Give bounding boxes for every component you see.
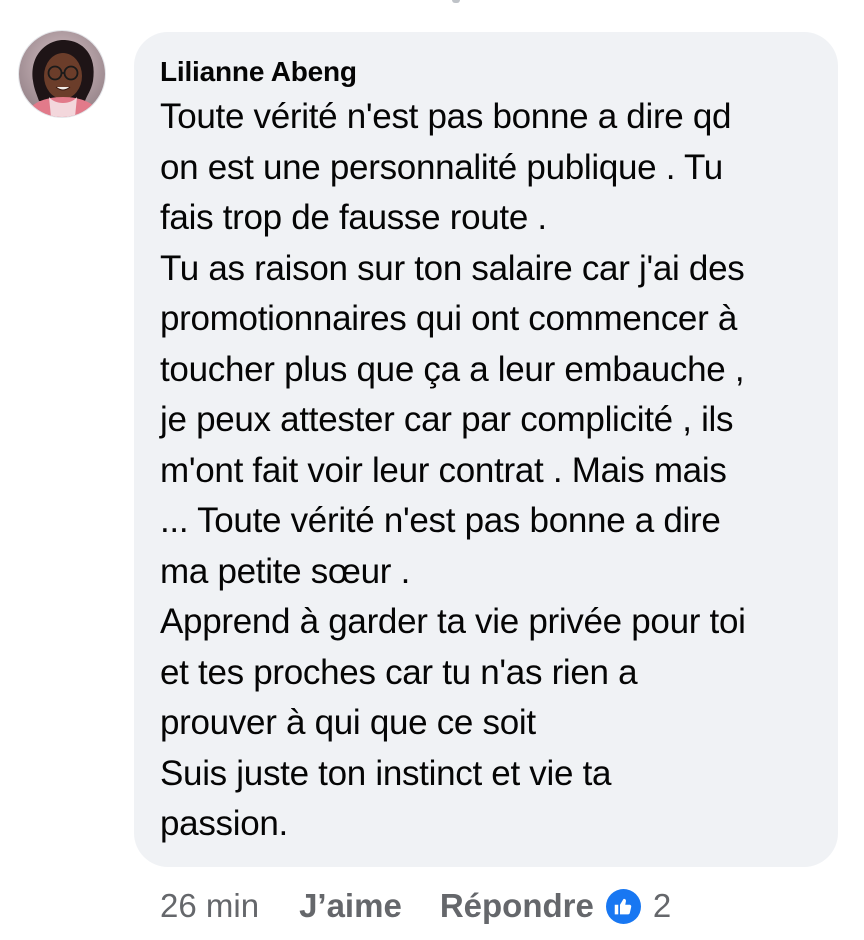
- comment-text-line: je peux attester car par complicité , il…: [160, 400, 734, 439]
- profile-photo-icon: [19, 31, 105, 117]
- comment-text: Toute vérité n'est pas bonne a dire qd o…: [160, 92, 814, 850]
- like-button[interactable]: J’aime: [299, 887, 402, 925]
- comment-text-line: prouver à qui que ce soit: [160, 703, 536, 742]
- comment-text-line: Tu as raison sur ton salaire car j'ai de…: [160, 248, 745, 288]
- comment-text-line: passion.: [160, 804, 288, 843]
- comment-text-line: on est une personnalité publique . Tu: [160, 147, 723, 187]
- comment-text-line: promotionnaires qui ont commencer à: [160, 299, 738, 338]
- reply-button[interactable]: Répondre: [440, 887, 594, 925]
- reaction-summary[interactable]: 2: [605, 887, 672, 925]
- comment-text-line: Suis juste ton instinct et vie ta: [160, 753, 612, 793]
- comment-text-line: fais trop de fausse route .: [160, 198, 547, 237]
- thumbs-up-icon: [605, 888, 641, 924]
- comment-text-line: Apprend à garder ta vie privée pour toi: [160, 602, 746, 641]
- author-avatar[interactable]: [19, 31, 105, 117]
- comment-text-line: ma petite sœur .: [160, 551, 410, 591]
- comment-actions-bar: 26 min J’aime Répondre 2: [160, 884, 671, 928]
- comment-text-line: m'ont fait voir leur contrat . Mais mais: [160, 450, 727, 490]
- reaction-count: 2: [652, 887, 672, 924]
- comment-timestamp[interactable]: 26 min: [160, 887, 259, 925]
- comment-text-line: Toute vérité n'est pas bonne a dire qd: [160, 97, 732, 136]
- comment-text-line: toucher plus que ça a leur embauche ,: [160, 349, 745, 389]
- comment-text-line: et tes proches car tu n'as rien a: [160, 652, 638, 692]
- comment-author-name[interactable]: Lilianne Abeng: [160, 54, 814, 90]
- comment-bubble: Lilianne Abeng Toute vérité n'est pas bo…: [134, 32, 838, 867]
- comment-text-line: ... Toute vérité n'est pas bonne a dire: [160, 501, 721, 540]
- previous-item-fragment: [452, 0, 460, 3]
